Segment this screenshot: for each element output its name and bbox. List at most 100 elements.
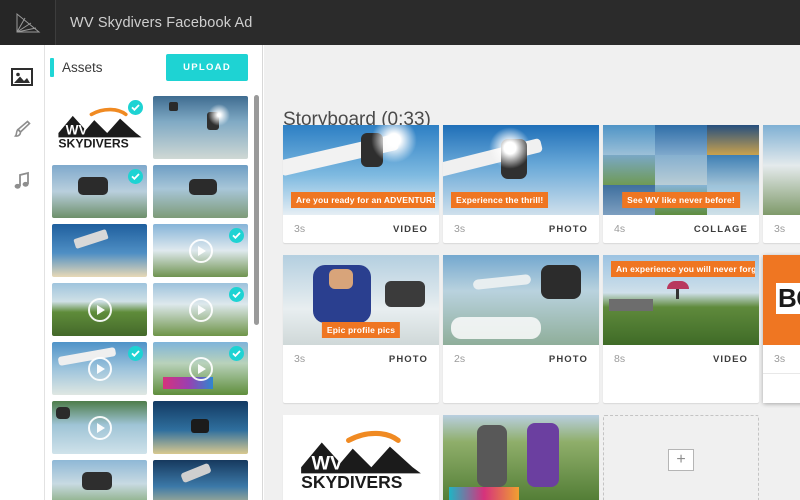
asset-thumbnail[interactable]: [153, 283, 248, 336]
asset-thumbnail[interactable]: [153, 224, 248, 277]
rail-item-music[interactable]: [7, 166, 37, 196]
card-footer: 3s PHOTO: [443, 215, 599, 243]
play-icon: [87, 356, 112, 381]
wv-skydivers-logo-icon: WV SKYDIVERS: [301, 430, 421, 492]
fan-logo-icon: [16, 12, 40, 32]
storyboard-row: WV SKYDIVERS +: [283, 415, 800, 500]
svg-text:SKYDIVERS: SKYDIVERS: [301, 472, 403, 492]
card-media: Epic profile pics: [283, 255, 439, 345]
play-icon: [87, 415, 112, 440]
card-footer: 2s PHOTO: [443, 345, 599, 373]
paintbrush-icon: [13, 120, 31, 137]
asset-thumbnail[interactable]: [153, 460, 248, 500]
tool-rail: [0, 45, 45, 500]
asset-selected-badge: [229, 228, 244, 243]
storyboard-card[interactable]: See WV like never before! 4s COLLAGE: [603, 125, 759, 243]
card-media: Experience the thrill!: [443, 125, 599, 215]
assets-scrollbar-thumb[interactable]: [254, 95, 259, 325]
asset-thumbnail[interactable]: [52, 460, 147, 500]
card-duration: 3s: [774, 353, 786, 365]
asset-thumbnail[interactable]: [52, 283, 147, 336]
asset-selected-badge: [229, 346, 244, 361]
card-media: BO: [763, 255, 800, 345]
storyboard-card[interactable]: An experience you will never forget! 8s …: [603, 255, 759, 403]
play-icon: [188, 238, 213, 263]
asset-row: [52, 342, 262, 395]
card-media: See WV like never before!: [603, 125, 759, 215]
asset-thumbnail[interactable]: [52, 401, 147, 454]
assets-header: Assets UPLOAD: [45, 45, 262, 90]
asset-row: [52, 165, 262, 218]
assets-title: Assets: [62, 60, 103, 75]
storyboard-row: Epic profile pics 3s PHOTO 2s PHOTO An e…: [283, 255, 800, 403]
asset-thumbnail[interactable]: [52, 165, 147, 218]
add-scene-dropzone[interactable]: +: [603, 415, 759, 500]
check-icon: [232, 291, 241, 298]
asset-thumbnail[interactable]: [153, 342, 248, 395]
card-type: COLLAGE: [693, 223, 748, 235]
storyboard-card[interactable]: 2s PHOTO: [443, 255, 599, 403]
asset-thumbnail[interactable]: WV SKYDIVERS: [52, 96, 147, 159]
storyboard-card[interactable]: 3s: [763, 125, 800, 243]
storyboard-card[interactable]: BO 3s: [763, 255, 800, 403]
card-caption: Epic profile pics: [321, 322, 401, 338]
card-caption: Experience the thrill!: [451, 192, 549, 208]
asset-thumbnail[interactable]: [52, 342, 147, 395]
asset-row: [52, 401, 262, 454]
card-caption: See WV like never before!: [622, 192, 740, 208]
image-icon: [11, 68, 33, 86]
app-logo-button[interactable]: [0, 0, 56, 45]
rail-item-style[interactable]: [7, 114, 37, 144]
music-note-icon: [14, 171, 29, 189]
check-icon: [131, 173, 140, 180]
card-footer: 4s COLLAGE: [603, 215, 759, 243]
app-root: WV Skydivers Facebook Ad Assets UPLOAD W…: [0, 0, 800, 500]
project-title: WV Skydivers Facebook Ad: [70, 14, 253, 31]
card-type: VIDEO: [712, 353, 748, 365]
card-type: PHOTO: [388, 353, 428, 365]
play-icon: [87, 297, 112, 322]
card-duration: 3s: [294, 223, 306, 235]
card-footer: 3s PHOTO: [283, 345, 439, 373]
card-duration: 4s: [614, 223, 626, 235]
card-type: PHOTO: [548, 223, 588, 235]
play-icon: [188, 356, 213, 381]
asset-selected-badge: [229, 287, 244, 302]
storyboard-card[interactable]: [443, 415, 599, 500]
asset-selected-badge: [128, 346, 143, 361]
card-duration: 2s: [454, 353, 466, 365]
check-icon: [232, 350, 241, 357]
rail-item-media[interactable]: [7, 62, 37, 92]
asset-row: [52, 460, 262, 500]
top-bar: WV Skydivers Facebook Ad: [0, 0, 800, 45]
asset-row: WV SKYDIVERS: [52, 96, 262, 159]
card-type: VIDEO: [392, 223, 428, 235]
card-type: PHOTO: [548, 353, 588, 365]
card-media: WV SKYDIVERS: [283, 415, 439, 500]
upload-button[interactable]: UPLOAD: [166, 54, 248, 81]
asset-thumbnail[interactable]: [153, 165, 248, 218]
card-duration: 3s: [774, 223, 786, 235]
storyboard-card[interactable]: Experience the thrill! 3s PHOTO: [443, 125, 599, 243]
asset-row: [52, 224, 262, 277]
storyboard-rows: Are you ready for an ADVENTURE?! 3s VIDE…: [283, 125, 800, 500]
asset-grid: WV SKYDIVERS: [45, 90, 262, 500]
asset-row: [52, 283, 262, 336]
book-now-slide: BO: [763, 255, 800, 345]
card-media: An experience you will never forget!: [603, 255, 759, 345]
storyboard-card[interactable]: WV SKYDIVERS: [283, 415, 439, 500]
card-caption: An experience you will never forget!: [611, 261, 755, 277]
asset-thumbnail[interactable]: [52, 224, 147, 277]
asset-thumbnail[interactable]: [153, 96, 248, 159]
asset-thumbnail[interactable]: [153, 401, 248, 454]
check-icon: [232, 232, 241, 239]
check-icon: [131, 104, 140, 111]
card-media: [443, 255, 599, 345]
card-duration: 3s: [454, 223, 466, 235]
storyboard-card[interactable]: Epic profile pics 3s PHOTO: [283, 255, 439, 403]
svg-text:WV: WV: [65, 122, 87, 137]
asset-selected-badge: [128, 169, 143, 184]
storyboard-card[interactable]: Are you ready for an ADVENTURE?! 3s VIDE…: [283, 125, 439, 243]
card-tools: [763, 373, 800, 403]
add-scene-button[interactable]: +: [668, 449, 694, 471]
